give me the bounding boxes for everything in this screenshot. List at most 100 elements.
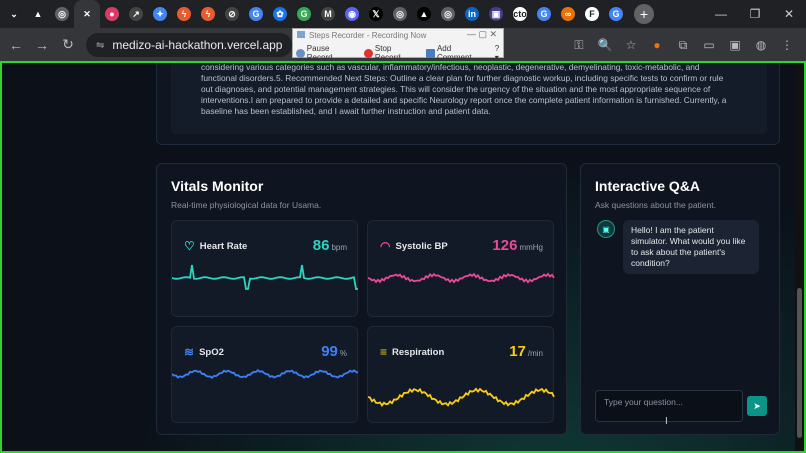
bookmark-star-icon[interactable]: ☆ [620,32,642,58]
tab-21[interactable]: cto [508,0,532,28]
qa-subtitle: Ask questions about the patient. [595,200,716,210]
tab-15[interactable]: 𝕏 [364,0,388,28]
m-circle-icon: M [321,7,335,21]
bot-avatar-icon: ▣ [597,220,615,238]
chevron-down-icon: ⌄ [7,7,21,21]
vital-waveform [172,369,359,379]
report-card: considering various categories such as v… [156,63,780,145]
tab-3[interactable]: ✕ [74,0,100,28]
tab-5[interactable]: ↗ [124,0,148,28]
vitals-title: Vitals Monitor [171,178,264,194]
tab-18[interactable]: ◎ [436,0,460,28]
tab-list: ⌄ ▲ ◎ ✕ ● ↗ ✦ ϟ ϟ ⊘ G ✿ G M ◉ 𝕏 ◎ ▲ ◎ in ▣ cto G ∞ F G [0,0,628,28]
site-info-icon[interactable]: ⇋ [96,40,104,51]
zoom-icon[interactable]: 🔍 [594,32,616,58]
tab-23[interactable]: ∞ [556,0,580,28]
vital-waveform [368,387,555,407]
tab-12[interactable]: G [292,0,316,28]
wind-icon: ≡ [380,345,388,359]
triangle-logo-icon: ▲ [31,7,45,21]
new-tab-button[interactable]: + [634,4,654,24]
vital-label: Respiration [392,346,445,358]
close-window-button[interactable]: ✕ [772,0,806,28]
heart-icon: ♡ [184,239,195,253]
image-icon: ▣ [489,7,503,21]
vital-label: SpO2 [199,346,224,358]
tab-4[interactable]: ● [100,0,124,28]
close-icon[interactable]: — ▢ ✕ [467,29,497,40]
extensions-puzzle-icon[interactable]: ⧉ [672,32,694,58]
bot-message-text: Hello! I am the patient simulator. What … [623,220,759,274]
tab-25[interactable]: G [604,0,628,28]
vital-card-systolic-bp: ◠ Systolic BP 126 mmHg [367,220,555,317]
tab-1[interactable]: ▲ [26,0,50,28]
vital-card-respiration: ≡ Respiration 17/min [367,326,555,423]
vital-waveform [172,264,358,290]
tab-10[interactable]: G [244,0,268,28]
vital-value: 99% [321,343,347,360]
bolt-icon: ϟ [201,7,215,21]
tab-13[interactable]: M [316,0,340,28]
globe-icon: ◎ [441,7,455,21]
vital-waveform [368,272,555,284]
tab-22[interactable]: G [532,0,556,28]
tab-19[interactable]: in [460,0,484,28]
window-controls: — ❐ ✕ [704,0,806,28]
steps-recorder-title: Steps Recorder - Recording Now — ▢ ✕ [293,29,503,41]
slash-circle-icon: ⊘ [225,7,239,21]
tab-7[interactable]: ϟ [172,0,196,28]
qa-title: Interactive Q&A [595,178,701,194]
stop-icon [364,48,373,58]
google-icon: G [609,7,623,21]
tab-6[interactable]: ✦ [148,0,172,28]
waves-icon: ≋ [184,345,195,359]
minimize-button[interactable]: — [704,0,738,28]
extension-icon[interactable]: ● [646,32,668,58]
pause-icon [296,48,305,58]
help-button[interactable]: ?▾ [495,44,503,62]
vital-label-row: ≡ Respiration [380,345,444,359]
x-logo-icon: 𝕏 [369,7,383,21]
discord-icon: ◉ [345,7,359,21]
scrollbar[interactable] [795,63,804,451]
waveform-line [368,272,555,284]
question-input[interactable]: Type your question... [595,390,743,422]
tab-8[interactable]: ϟ [196,0,220,28]
vital-value: 86 bpm [312,237,347,254]
vital-value: 17/min [509,343,543,360]
vital-unit: mmHg [519,243,543,252]
screenshot-icon[interactable]: ▣ [724,32,746,58]
bot-message: ▣ Hello! I am the patient simulator. Wha… [597,220,759,274]
tab-strip: ⌄ ▲ ◎ ✕ ● ↗ ✦ ϟ ϟ ⊘ G ✿ G M ◉ 𝕏 ◎ ▲ ◎ in ▣ cto G ∞ F G + — ❐ ✕ [0,0,806,28]
menu-kebab-icon[interactable]: ⋮ [776,32,798,58]
circle-logo-icon: ● [105,7,119,21]
url-field[interactable]: ⇋ medizo-ai-hackathon.vercel.app [86,33,292,57]
reload-button[interactable]: ↻ [55,32,81,58]
tab-9[interactable]: ⊘ [220,0,244,28]
tab-24[interactable]: F [580,0,604,28]
avatar[interactable]: ◍ [750,32,772,58]
tab-14[interactable]: ◉ [340,0,364,28]
tab-2[interactable]: ◎ [50,0,74,28]
tab-20[interactable]: ▣ [484,0,508,28]
vital-label: Systolic BP [395,240,448,252]
triangle-logo-icon: ▲ [417,7,431,21]
side-panel-icon[interactable]: ▭ [698,32,720,58]
vital-unit: bpm [331,243,347,252]
tab-16[interactable]: ◎ [388,0,412,28]
tab-11[interactable]: ✿ [268,0,292,28]
share-icon: ↗ [129,7,143,21]
password-key-icon[interactable]: ⚿ [568,32,590,58]
back-button[interactable]: ← [3,32,29,58]
steps-recorder-window: Steps Recorder - Recording Now — ▢ ✕ Paus… [292,28,504,62]
maximize-button[interactable]: ❐ [738,0,772,28]
forward-button[interactable]: → [29,32,55,58]
pause-record-button[interactable]: Pause Record [296,44,356,62]
scrollbar-thumb[interactable] [797,288,802,438]
google-icon: G [249,7,263,21]
tab-0[interactable]: ⌄ [2,0,26,28]
send-icon[interactable]: ➤ [747,396,767,416]
tab-17[interactable]: ▲ [412,0,436,28]
stop-record-button[interactable]: Stop Record [364,44,418,62]
add-comment-button[interactable]: Add Comment [426,44,487,62]
